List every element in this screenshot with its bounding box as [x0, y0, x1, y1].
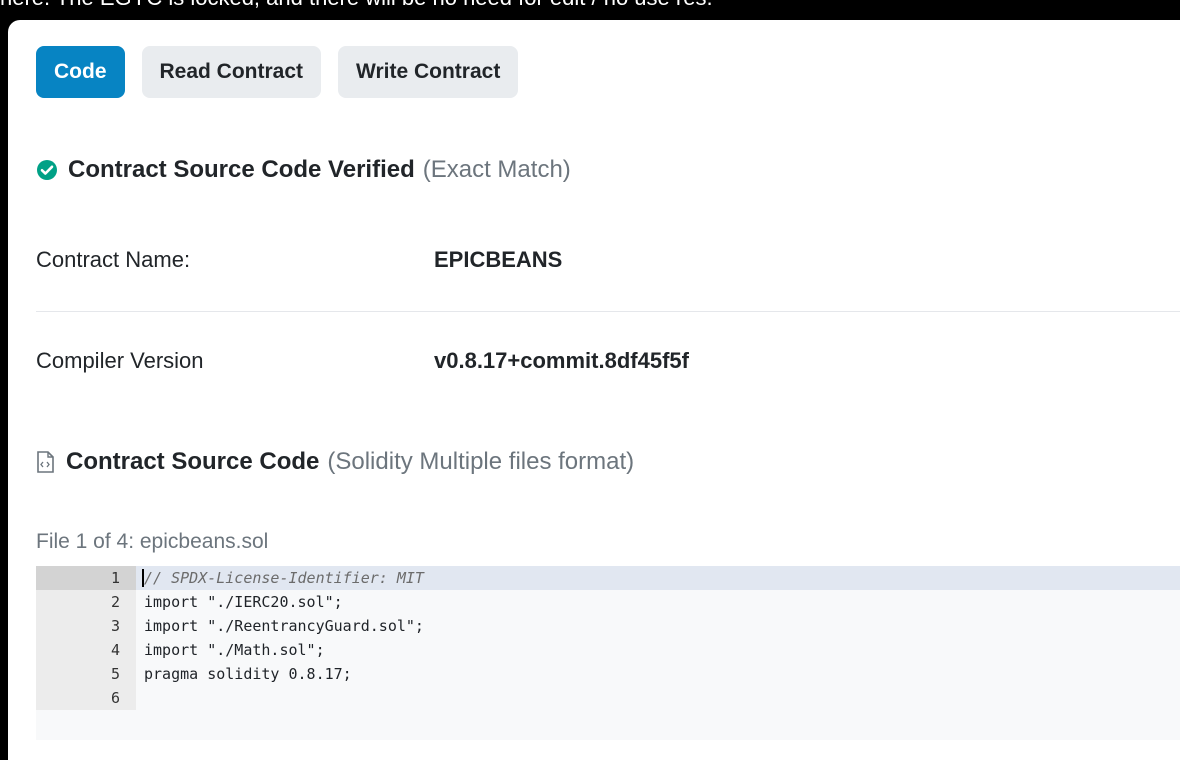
line-number: 6: [110, 689, 120, 707]
code-line: 4 import "./Math.sol";: [36, 638, 1180, 662]
line-number: 2: [110, 593, 120, 611]
row-divider: [36, 311, 1180, 312]
verified-banner: Contract Source Code Verified (Exact Mat…: [36, 156, 571, 184]
code-text: import "./IERC20.sol";: [144, 593, 343, 611]
line-number: 1: [110, 569, 120, 587]
contract-tabs: Code Read Contract Write Contract: [36, 46, 519, 98]
line-number: 3: [110, 617, 120, 635]
code-line: 6: [36, 686, 1180, 710]
tab-code[interactable]: Code: [36, 46, 125, 98]
source-code-header: Contract Source Code (Solidity Multiple …: [36, 448, 634, 476]
tab-write-contract[interactable]: Write Contract: [338, 46, 519, 98]
line-number: 4: [110, 641, 120, 659]
code-editor[interactable]: 1 // SPDX-License-Identifier: MIT 2 impo…: [36, 566, 1180, 740]
compiler-version-label: Compiler Version: [36, 348, 204, 373]
code-line: 2 import "./IERC20.sol";: [36, 590, 1180, 614]
code-text: // SPDX-License-Identifier: MIT: [144, 569, 424, 587]
source-code-title: Contract Source Code: [66, 448, 320, 475]
file-code-icon: [36, 451, 54, 473]
code-text: pragma solidity 0.8.17;: [144, 665, 352, 683]
compiler-version-value: v0.8.17+commit.8df45f5f: [434, 348, 689, 373]
verified-note: (Exact Match): [422, 156, 571, 183]
line-number: 5: [110, 665, 120, 683]
code-line: 1 // SPDX-License-Identifier: MIT: [36, 566, 1180, 590]
contract-name-label: Contract Name:: [36, 247, 191, 272]
source-code-note: (Solidity Multiple files format): [327, 448, 635, 475]
tab-read-contract[interactable]: Read Contract: [141, 46, 322, 98]
verified-title: Contract Source Code Verified: [68, 156, 415, 183]
top-overlay-text: here. The EGYC is locked, and there will…: [0, 0, 713, 11]
code-text: import "./Math.sol";: [144, 641, 325, 659]
top-overlay-strip: here. The EGYC is locked, and there will…: [0, 0, 1180, 12]
contract-name-value: EPICBEANS: [434, 247, 563, 272]
file-indicator: File 1 of 4: epicbeans.sol: [36, 530, 269, 553]
code-line: 5 pragma solidity 0.8.17;: [36, 662, 1180, 686]
code-line: 3 import "./ReentrancyGuard.sol";: [36, 614, 1180, 638]
code-text: import "./ReentrancyGuard.sol";: [144, 617, 424, 635]
check-circle-icon: [36, 159, 58, 181]
